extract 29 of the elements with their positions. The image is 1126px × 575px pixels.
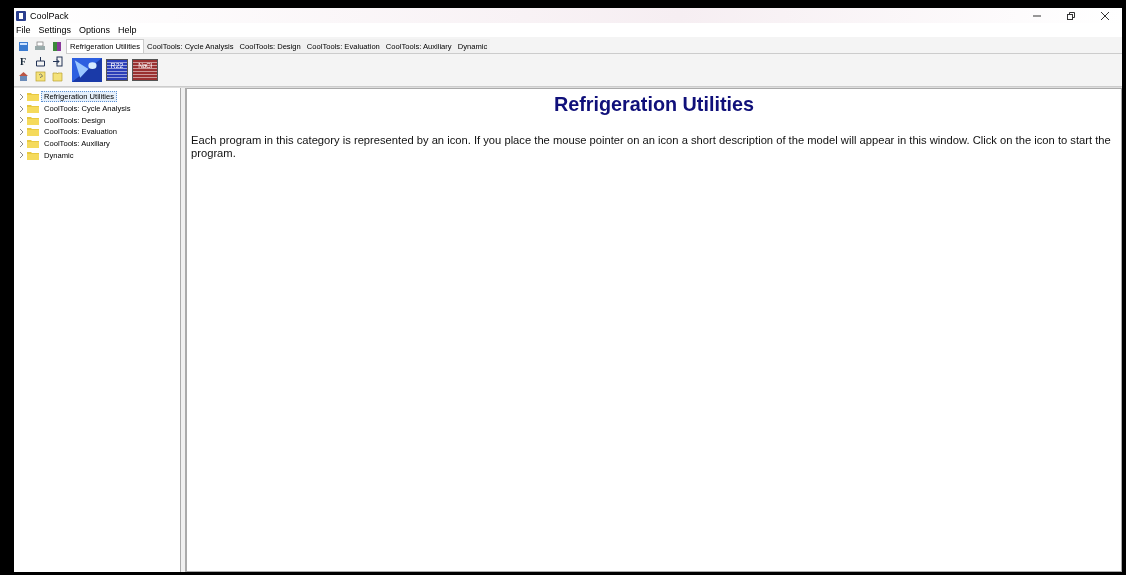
calculator-icon[interactable] <box>17 41 29 52</box>
folder-icon <box>27 115 39 125</box>
chevron-icon[interactable] <box>18 116 25 125</box>
capsule-icon[interactable] <box>52 41 62 52</box>
folder-icon <box>27 92 39 102</box>
menu-item[interactable]: File <box>16 25 31 35</box>
window-title: CoolPack <box>30 10 70 21</box>
chevron-icon[interactable] <box>18 151 25 160</box>
chevron-icon[interactable] <box>18 139 25 148</box>
menu-item[interactable]: Help <box>118 25 137 35</box>
menu-item[interactable]: Options <box>79 25 111 35</box>
chevron-icon[interactable] <box>18 104 25 113</box>
app-icon <box>16 10 26 21</box>
page-heading: Refrigeration Utilities <box>552 93 755 116</box>
restore-icon[interactable] <box>1067 11 1075 20</box>
menu-item[interactable]: Settings <box>38 25 72 35</box>
folder-icon <box>27 139 39 149</box>
exit-icon[interactable] <box>51 56 63 67</box>
chevron-icon[interactable] <box>18 92 25 101</box>
description-text: Each program in this category is represented by an icon. If you place the mouse pointer on an icon a short description of the model will appear in this window. Click on the icon to start the program. <box>191 134 1112 160</box>
hierarchy-icon[interactable] <box>34 56 46 67</box>
chevron-icon[interactable] <box>18 127 25 136</box>
folder-icon <box>27 127 39 137</box>
font-icon[interactable]: F <box>19 56 27 67</box>
close-icon[interactable] <box>1101 11 1109 20</box>
house-icon[interactable] <box>17 71 29 82</box>
folder-icon <box>27 104 39 114</box>
folder-icon <box>27 150 39 160</box>
minimize-icon[interactable] <box>1033 14 1041 17</box>
